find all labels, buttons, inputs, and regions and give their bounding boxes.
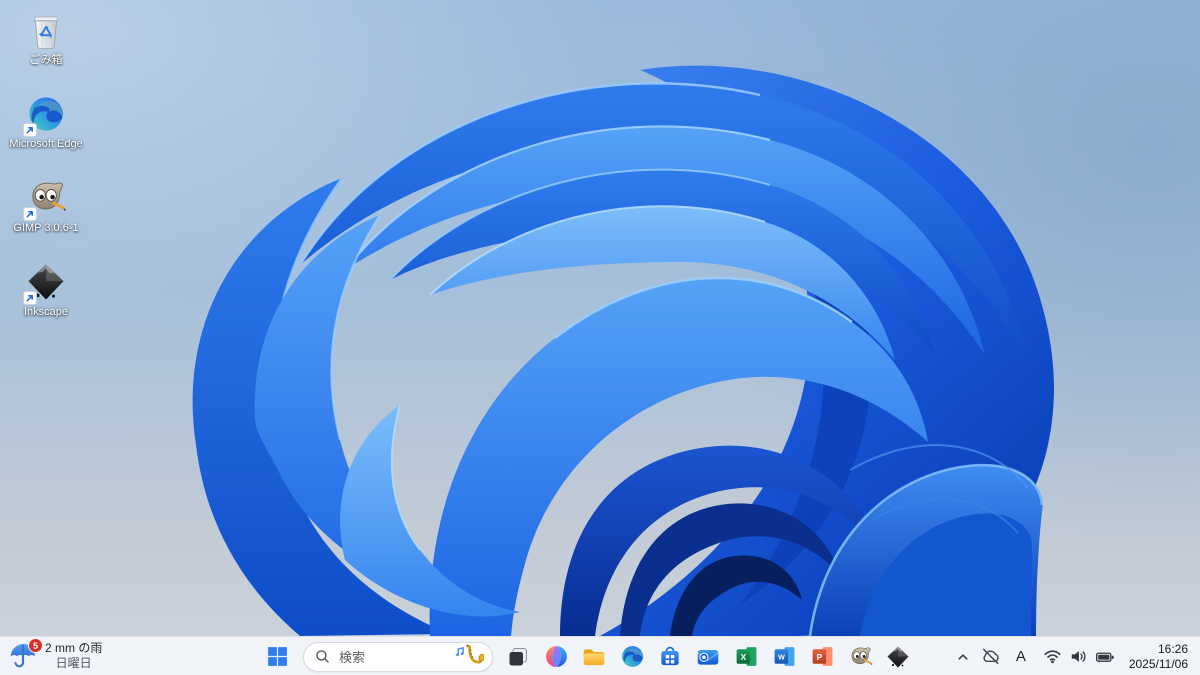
svg-text:P: P (816, 652, 822, 662)
widgets-notification-badge: 5 (28, 638, 43, 653)
weather-day-text: 日曜日 (55, 656, 92, 670)
desktop-icon-label: Microsoft Edge (9, 138, 83, 150)
shortcut-arrow-icon (23, 207, 37, 221)
windows-logo-icon (266, 645, 289, 668)
taskbar-app-file-explorer[interactable] (575, 639, 613, 675)
tray-time: 16:26 (1157, 641, 1188, 656)
search-highlight-saxophone-icon[interactable] (454, 644, 484, 670)
desktop-icon-gimp[interactable]: GIMP 3.0.6-1 (6, 176, 86, 235)
windows-11-desktop: ごみ箱 Microsoft Edge GIMP 3.0.6-1 Inkscape (0, 0, 1200, 675)
outlook-icon (695, 644, 721, 670)
gimp-icon (847, 644, 873, 670)
svg-text:X: X (740, 652, 746, 662)
weather-precipitation-text: 2 mm の雨 (45, 641, 103, 655)
system-tray: A 16:26 2025/11/06 (950, 638, 1198, 675)
shortcut-arrow-icon (23, 291, 37, 305)
desktop-icon-list: ごみ箱 Microsoft Edge GIMP 3.0.6-1 Inkscape (6, 8, 86, 344)
onedrive-paused-icon (980, 646, 1001, 667)
taskbar-app-excel[interactable]: X (727, 639, 765, 675)
clock-date-button[interactable]: 16:26 2025/11/06 (1122, 640, 1198, 674)
start-button[interactable] (257, 639, 297, 675)
taskbar-app-copilot[interactable] (537, 639, 575, 675)
taskbar-app-edge[interactable] (613, 639, 651, 675)
search-icon (314, 648, 331, 665)
chevron-up-icon (953, 647, 973, 667)
copilot-icon (544, 644, 569, 669)
widgets-weather-button[interactable]: 5 2 mm の雨 日曜日 (2, 638, 112, 674)
bloom-wallpaper (192, 65, 1054, 636)
excel-icon: X (734, 644, 759, 669)
search-placeholder: 検索 (339, 650, 366, 665)
recycle-bin-icon (25, 9, 67, 51)
desktop-icon-recycle-bin[interactable]: ごみ箱 (6, 8, 86, 67)
svg-text:W: W (777, 653, 784, 662)
desktop-icon-microsoft-edge[interactable]: Microsoft Edge (6, 92, 86, 151)
microsoft-store-icon (657, 644, 683, 670)
taskbar-app-powerpoint[interactable]: P (803, 639, 841, 675)
desktop-icon-label: GIMP 3.0.6-1 (13, 222, 79, 234)
ime-mode-button[interactable]: A (1006, 640, 1036, 674)
powerpoint-icon: P (810, 644, 835, 669)
onedrive-status-button[interactable] (976, 640, 1006, 674)
desktop-icon-label: ごみ箱 (29, 54, 63, 66)
hidden-icons-button[interactable] (950, 640, 976, 674)
inkscape-icon (886, 645, 910, 669)
desktop-icon-inkscape[interactable]: Inkscape (6, 260, 86, 319)
task-view-icon (506, 645, 530, 669)
ime-mode-letter: A (1015, 648, 1026, 665)
taskbar-app-word[interactable]: W (765, 639, 803, 675)
network-volume-battery-button[interactable] (1036, 640, 1122, 674)
taskbar-app-outlook[interactable] (689, 639, 727, 675)
word-icon: W (772, 644, 797, 669)
taskbar-app-task-view[interactable] (499, 639, 537, 675)
volume-icon (1069, 647, 1088, 666)
battery-icon (1095, 647, 1115, 667)
shortcut-arrow-icon (23, 123, 37, 137)
taskbar-app-microsoft-store[interactable] (651, 639, 689, 675)
edge-icon (620, 644, 645, 669)
wifi-icon (1043, 647, 1062, 666)
taskbar-app-inkscape[interactable] (879, 639, 917, 675)
tray-date: 2025/11/06 (1128, 656, 1188, 671)
search-box[interactable]: 検索 (303, 641, 493, 672)
taskbar-app-gimp[interactable] (841, 639, 879, 675)
desktop-icon-label: Inkscape (23, 306, 69, 318)
file-explorer-icon (581, 644, 607, 670)
taskbar: 5 2 mm の雨 日曜日 検索 X W P A 16:26 2025/11/0… (0, 636, 1200, 675)
taskbar-center-group: 検索 X W P (257, 638, 917, 675)
